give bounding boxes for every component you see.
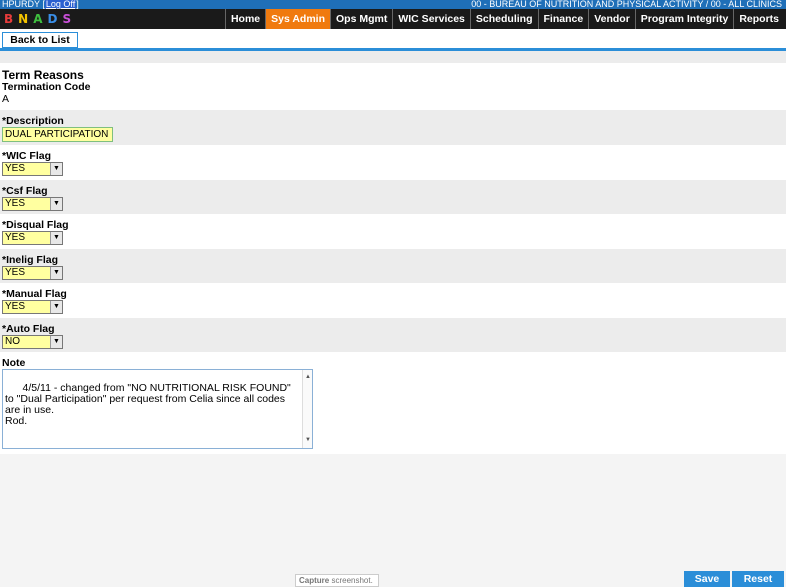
description-row: *Description DUAL PARTICIPATION	[0, 110, 786, 145]
disqual-flag-value: YES	[5, 232, 26, 243]
chevron-down-icon[interactable]: ▼	[50, 198, 62, 210]
csf-flag-value: YES	[5, 198, 26, 209]
page-title: Term Reasons	[2, 68, 84, 82]
app-logo: BNADS	[4, 9, 80, 29]
manual-flag-label: *Manual Flag	[2, 288, 67, 300]
logo-letter: A	[33, 12, 48, 26]
term-reasons-form: Term Reasons Termination Code A *Descrip…	[0, 63, 786, 454]
capture-label: Capture	[299, 576, 330, 585]
disqual-flag-label: *Disqual Flag	[2, 219, 69, 231]
chevron-down-icon[interactable]: ▼	[50, 232, 62, 244]
nav-item-finance[interactable]: Finance	[537, 9, 589, 29]
disqual-flag-select[interactable]: YES ▼	[2, 231, 63, 245]
auto-flag-label: *Auto Flag	[2, 323, 55, 335]
divider	[0, 51, 786, 63]
capture-rest: screenshot.	[329, 576, 373, 585]
save-button[interactable]: Save	[684, 571, 730, 587]
inelig-flag-label: *Inelig Flag	[2, 254, 59, 266]
nav-item-home[interactable]: Home	[224, 9, 265, 29]
description-input[interactable]: DUAL PARTICIPATION	[2, 127, 113, 142]
logo-letter: N	[18, 12, 34, 26]
logo-letter: B	[4, 12, 19, 26]
description-label: *Description	[2, 115, 64, 127]
note-textarea[interactable]: 4/5/11 - changed from "NO NUTRITIONAL RI…	[2, 369, 313, 449]
note-text: 4/5/11 - changed from "NO NUTRITIONAL RI…	[5, 382, 291, 427]
nav-item-reports[interactable]: Reports	[733, 9, 784, 29]
termination-code-label: Termination Code	[2, 81, 91, 93]
csf-flag-row: *Csf Flag YES ▼	[0, 180, 786, 214]
nav-item-vendor[interactable]: Vendor	[588, 9, 635, 29]
scroll-up-icon[interactable]: ▲	[303, 372, 313, 383]
chevron-down-icon[interactable]: ▼	[50, 336, 62, 348]
nav-item-scheduling[interactable]: Scheduling	[469, 9, 538, 29]
note-label: Note	[2, 357, 26, 369]
inelig-flag-select[interactable]: YES ▼	[2, 266, 63, 280]
clinic-location: 00 - BUREAU OF NUTRITION AND PHYSICAL AC…	[471, 0, 782, 9]
logo-letter: D	[47, 12, 63, 26]
csf-flag-label: *Csf Flag	[2, 185, 48, 197]
wic-flag-select[interactable]: YES ▼	[2, 162, 63, 176]
user-info: HPURDY [Log Off]	[2, 0, 79, 9]
inelig-flag-value: YES	[5, 267, 26, 278]
nav-item-sys-admin[interactable]: Sys Admin	[265, 9, 331, 29]
top-status-bar: HPURDY [Log Off] 00 - BUREAU OF NUTRITIO…	[0, 0, 786, 9]
main-navbar: BNADS Home Sys Admin Ops Mgmt WIC Services S…	[0, 9, 786, 29]
nav-item-program-integrity[interactable]: Program Integrity	[634, 9, 734, 29]
csf-flag-select[interactable]: YES ▼	[2, 197, 63, 211]
chevron-down-icon[interactable]: ▼	[50, 163, 62, 175]
header-row: Term Reasons Termination Code A	[0, 63, 786, 110]
disqual-flag-row: *Disqual Flag YES ▼	[0, 214, 786, 249]
chevron-down-icon[interactable]: ▼	[50, 301, 62, 313]
toolbar: Back to List	[0, 29, 786, 51]
reset-button[interactable]: Reset	[732, 571, 784, 587]
wic-flag-row: *WIC Flag YES ▼	[0, 145, 786, 180]
auto-flag-row: *Auto Flag NO ▼	[0, 318, 786, 352]
nav-item-wic-services[interactable]: WIC Services	[392, 9, 470, 29]
scroll-down-icon[interactable]: ▼	[303, 435, 313, 446]
note-scrollbar[interactable]: ▲ ▼	[302, 370, 312, 448]
capture-screenshot-tooltip: Capture screenshot.	[295, 574, 379, 587]
nav-menu: Home Sys Admin Ops Mgmt WIC Services Schedul…	[224, 9, 784, 29]
logoff-link[interactable]: Log Off	[44, 0, 77, 9]
wic-flag-value: YES	[5, 163, 26, 174]
auto-flag-select[interactable]: NO ▼	[2, 335, 63, 349]
nav-item-ops-mgmt[interactable]: Ops Mgmt	[330, 9, 392, 29]
auto-flag-value: NO	[5, 336, 20, 347]
logo-letter: S	[62, 12, 77, 26]
inelig-flag-row: *Inelig Flag YES ▼	[0, 249, 786, 283]
username: HPURDY	[2, 0, 40, 9]
wic-flag-label: *WIC Flag	[2, 150, 51, 162]
manual-flag-value: YES	[5, 301, 26, 312]
chevron-down-icon[interactable]: ▼	[50, 267, 62, 279]
manual-flag-select[interactable]: YES ▼	[2, 300, 63, 314]
note-row: Note 4/5/11 - changed from "NO NUTRITION…	[0, 352, 786, 454]
termination-code-value: A	[2, 93, 10, 105]
manual-flag-row: *Manual Flag YES ▼	[0, 283, 786, 318]
back-to-list-button[interactable]: Back to List	[2, 32, 78, 48]
